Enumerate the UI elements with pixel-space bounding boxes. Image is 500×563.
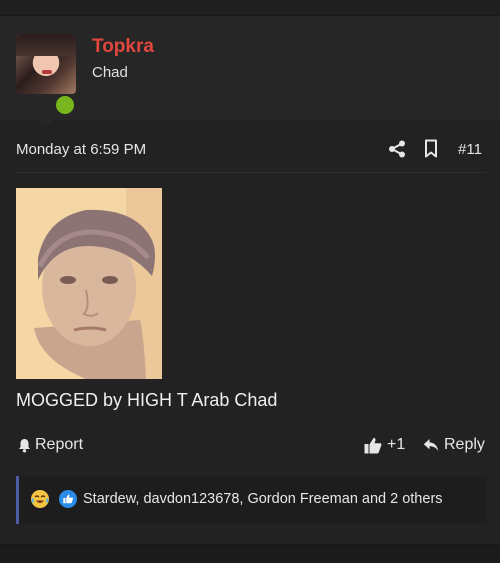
bookmark-icon[interactable] [423, 139, 439, 158]
report-label: Report [35, 436, 84, 453]
thumbs-up-icon [364, 437, 382, 453]
reply-label: Reply [444, 436, 485, 453]
bottom-strip [0, 545, 500, 563]
username[interactable]: Topkra [92, 36, 154, 58]
crying-laughing-emoji-icon [31, 490, 49, 508]
like-count: +1 [387, 436, 406, 453]
post-date[interactable]: Monday at 6:59 PM [16, 141, 146, 158]
avatar-lips [42, 70, 52, 74]
report-button[interactable]: Report [17, 436, 83, 454]
post-text: MOGGED by HIGH T Arab Chad [16, 390, 278, 410]
like-reaction-icon [59, 490, 77, 508]
bell-icon [19, 438, 30, 452]
like-button[interactable]: +1 [364, 436, 405, 454]
post-image[interactable] [16, 188, 162, 379]
reaction-users[interactable]: Stardew, davdon123678, Gordon Freeman an… [83, 491, 443, 507]
post-number-link[interactable]: #11 [458, 141, 482, 158]
post-actions: Report +1 Reply [0, 430, 500, 460]
online-status-indicator [54, 94, 76, 116]
avatar-hair [16, 34, 76, 56]
top-strip [0, 0, 500, 15]
divider [16, 172, 486, 173]
post-image-face [16, 188, 162, 379]
post-meta-row: Monday at 6:59 PM #11 [0, 120, 500, 172]
reply-button[interactable]: Reply [423, 436, 485, 454]
user-title: Chad [92, 64, 128, 81]
avatar[interactable] [16, 34, 76, 94]
reply-icon [423, 439, 439, 451]
post-container: Topkra Chad Monday at 6:59 PM #11 MOGGED… [0, 16, 500, 544]
reactions-bar[interactable]: Stardew, davdon123678, Gordon Freeman an… [16, 476, 487, 524]
share-icon[interactable] [388, 140, 406, 158]
post-header: Topkra Chad [0, 16, 500, 120]
